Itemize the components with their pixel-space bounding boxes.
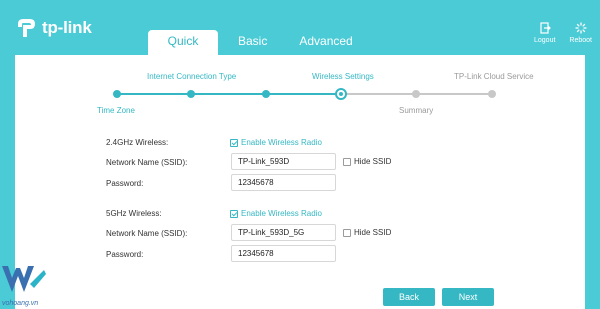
- setup-progress-stepper: Internet Connection Type Wireless Settin…: [15, 55, 585, 125]
- band24-ssid-input[interactable]: TP-Link_593D: [231, 153, 336, 170]
- tab-advanced[interactable]: Advanced: [285, 30, 366, 55]
- main-tabs: Quick Setup Basic Advanced: [148, 30, 367, 71]
- step-label-cloud-service: TP-Link Cloud Service: [454, 72, 534, 81]
- band24-hide-ssid-checkbox[interactable]: [343, 158, 351, 166]
- reboot-button[interactable]: Reboot: [569, 22, 592, 44]
- progress-line-done: [117, 93, 341, 95]
- tp-link-logo-icon: [14, 16, 38, 40]
- band5-enable-label: Enable Wireless Radio: [241, 209, 322, 218]
- band5-password-label: Password:: [106, 250, 144, 259]
- band24-ssid-label: Network Name (SSID):: [106, 158, 188, 167]
- step-label-wireless-settings: Wireless Settings: [312, 72, 374, 81]
- band5-password-input[interactable]: 12345678: [231, 245, 336, 262]
- band5-hide-ssid-checkbox[interactable]: [343, 229, 351, 237]
- logout-icon: [540, 22, 551, 34]
- watermark: vohoang.vn: [0, 262, 56, 309]
- band5-ssid-label: Network Name (SSID):: [106, 229, 188, 238]
- next-button[interactable]: Next: [442, 288, 494, 306]
- band24-enable-label: Enable Wireless Radio: [241, 138, 322, 147]
- band5-hide-ssid-label: Hide SSID: [354, 228, 392, 237]
- reboot-icon: [575, 22, 587, 34]
- band24-section-label: 2.4GHz Wireless:: [106, 138, 169, 147]
- step-label-summary: Summary: [399, 106, 434, 115]
- step-dot-internet-connection: [187, 90, 195, 98]
- band5-enable-checkbox[interactable]: [230, 210, 238, 218]
- top-bar: tp-link Quick Setup Basic Advanced Logou…: [0, 0, 600, 71]
- reboot-label: Reboot: [569, 37, 592, 44]
- band24-password-label: Password:: [106, 179, 144, 188]
- tab-basic[interactable]: Basic: [224, 30, 281, 55]
- band5-section-label: 5GHz Wireless:: [106, 209, 162, 218]
- quick-setup-panel: Internet Connection Type Wireless Settin…: [15, 55, 585, 309]
- step-label-time-zone: Time Zone: [97, 106, 135, 115]
- watermark-text: vohoang.vn: [2, 300, 39, 307]
- step-dot-time-zone: [113, 90, 121, 98]
- band24-enable-checkbox[interactable]: [230, 139, 238, 147]
- watermark-logo-icon: [2, 266, 46, 292]
- logout-label: Logout: [534, 37, 556, 44]
- band24-password-input[interactable]: 12345678: [231, 174, 336, 191]
- step-label-internet-connection: Internet Connection Type: [147, 72, 237, 81]
- band24-hide-ssid-label: Hide SSID: [354, 157, 392, 166]
- back-button[interactable]: Back: [383, 288, 435, 306]
- brand-name: tp-link: [42, 18, 92, 37]
- tp-link-logo: tp-link: [14, 16, 92, 40]
- tab-quick-setup[interactable]: Quick Setup: [148, 30, 218, 71]
- step-dot-summary: [412, 90, 420, 98]
- step-dot-wireless-settings: [335, 88, 347, 100]
- logout-button[interactable]: Logout: [534, 22, 555, 44]
- top-actions: Logout Reboot: [534, 22, 592, 44]
- step-dot-intermediate: [262, 90, 270, 98]
- step-dot-cloud-service: [488, 90, 496, 98]
- band5-ssid-input[interactable]: TP-Link_593D_5G: [231, 224, 336, 241]
